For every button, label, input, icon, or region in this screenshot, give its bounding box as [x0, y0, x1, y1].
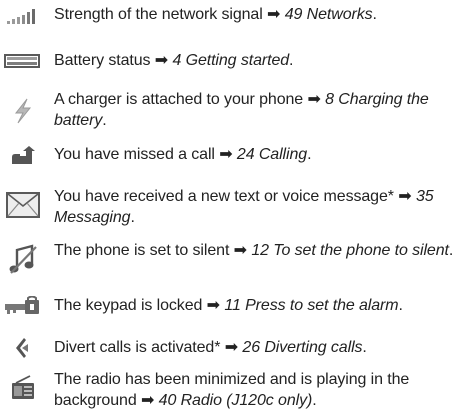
period: .	[102, 112, 107, 129]
period: .	[448, 242, 454, 259]
period: .	[372, 6, 377, 23]
arrow-right-icon: ➡	[206, 297, 220, 314]
list-item-text: The radio has been minimized and is play…	[54, 369, 470, 411]
page-reference: 26 Diverting calls	[242, 339, 363, 356]
list-item: The radio has been minimized and is play…	[0, 365, 474, 411]
radio-icon	[2, 373, 44, 403]
divert-calls-icon	[2, 335, 44, 361]
page-reference: 12 To set the phone to silent	[251, 242, 449, 259]
list-item-text: A charger is attached to your phone ➡ 8 …	[54, 89, 470, 131]
page-reference: 40 Radio (J120c only)	[158, 392, 313, 409]
list-item: The keypad is locked ➡ 11 Press to set t…	[0, 291, 474, 321]
description-text: You have missed a call	[54, 146, 215, 163]
description-text: A charger is attached to your phone	[54, 91, 304, 108]
list-item: You have missed a call ➡ 24 Calling.	[0, 140, 474, 170]
description-text: Strength of the network signal	[54, 6, 263, 23]
list-item-text: The keypad is locked ➡ 11 Press to set t…	[54, 295, 470, 316]
charger-icon	[2, 97, 44, 125]
battery-icon	[2, 50, 44, 72]
missed-call-icon	[2, 143, 44, 167]
list-item-text: Divert calls is activated* ➡ 26 Divertin…	[54, 337, 470, 358]
list-item-text: Battery status ➡ 4 Getting started.	[54, 50, 470, 71]
description-text: The keypad is locked	[54, 297, 203, 314]
silent-icon	[2, 242, 44, 276]
page-reference: 24 Calling	[236, 146, 308, 163]
list-item-text: The phone is set to silent ➡ 12 To set t…	[54, 240, 470, 261]
period: .	[312, 392, 317, 409]
list-item-text: Strength of the network signal ➡ 49 Netw…	[54, 4, 470, 25]
signal-strength-icon	[2, 4, 44, 26]
arrow-right-icon: ➡	[224, 339, 239, 356]
keypad-lock-icon	[2, 294, 44, 318]
period: .	[289, 52, 294, 69]
arrow-right-icon: ➡	[219, 146, 233, 163]
description-text: The phone is set to silent	[54, 242, 230, 259]
arrow-right-icon: ➡	[233, 242, 247, 259]
arrow-right-icon: ➡	[140, 392, 155, 409]
list-item: Divert calls is activated* ➡ 26 Divertin…	[0, 333, 474, 363]
list-item-text: You have received a new text or voice me…	[54, 186, 470, 228]
list-item-text: You have missed a call ➡ 24 Calling.	[54, 144, 470, 165]
period: .	[398, 297, 403, 314]
description-text: You have received a new text or voice me…	[54, 188, 394, 205]
arrow-right-icon: ➡	[307, 91, 321, 108]
list-item: Battery status ➡ 4 Getting started.	[0, 46, 474, 76]
page-reference: 49 Networks	[284, 6, 373, 23]
period: .	[307, 146, 312, 163]
page-reference: 4 Getting started	[172, 52, 290, 69]
period: .	[362, 339, 367, 356]
list-item: A charger is attached to your phone ➡ 8 …	[0, 85, 474, 131]
arrow-right-icon: ➡	[398, 188, 412, 205]
description-text: Battery status	[54, 52, 151, 69]
period: .	[130, 209, 135, 226]
arrow-right-icon: ➡	[154, 52, 169, 69]
list-item: Strength of the network signal ➡ 49 Netw…	[0, 0, 474, 30]
page-reference: 11 Press to set the alarm	[224, 297, 399, 314]
arrow-right-icon: ➡	[267, 6, 281, 23]
list-item: You have received a new text or voice me…	[0, 182, 474, 228]
description-text: Divert calls is activated*	[54, 339, 221, 356]
list-item: The phone is set to silent ➡ 12 To set t…	[0, 236, 474, 282]
message-envelope-icon	[2, 190, 44, 220]
